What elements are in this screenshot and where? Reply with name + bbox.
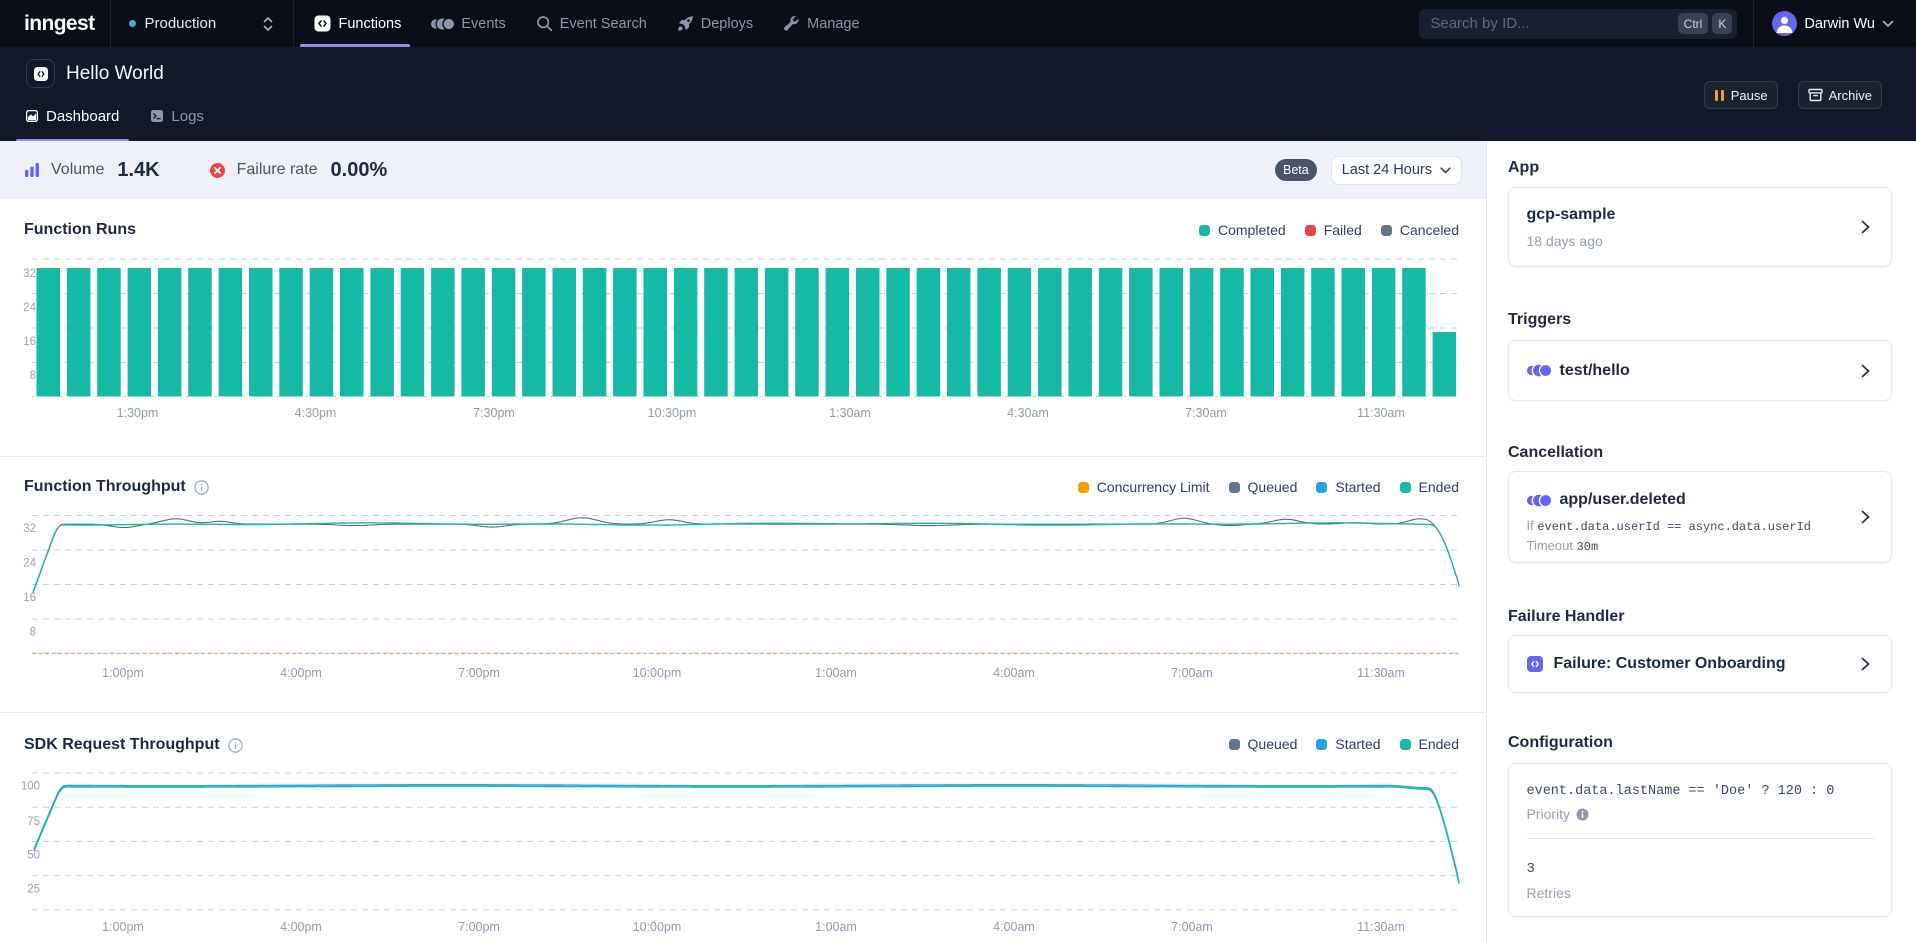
svg-text:4:00pm: 4:00pm xyxy=(280,666,322,680)
svg-text:4:00pm: 4:00pm xyxy=(280,920,322,934)
svg-text:7:00pm: 7:00pm xyxy=(458,666,500,680)
svg-text:4:00am: 4:00am xyxy=(993,666,1035,680)
svg-text:32: 32 xyxy=(23,268,36,280)
svg-text:7:30pm: 7:30pm xyxy=(473,406,515,420)
svg-text:10:00pm: 10:00pm xyxy=(633,666,682,680)
svg-text:11:30am: 11:30am xyxy=(1357,920,1405,934)
svg-text:7:00am: 7:00am xyxy=(1171,920,1213,934)
svg-text:4:30am: 4:30am xyxy=(1007,406,1049,420)
svg-text:50: 50 xyxy=(27,849,40,861)
svg-text:11:30am: 11:30am xyxy=(1357,406,1405,420)
svg-text:100: 100 xyxy=(21,781,40,793)
svg-text:11:30am: 11:30am xyxy=(1357,666,1405,680)
svg-text:75: 75 xyxy=(27,816,40,828)
svg-text:1:30am: 1:30am xyxy=(829,406,871,420)
svg-text:4:30pm: 4:30pm xyxy=(295,406,337,420)
svg-text:1:00am: 1:00am xyxy=(815,666,857,680)
svg-text:32: 32 xyxy=(23,523,36,535)
svg-text:16: 16 xyxy=(23,336,36,348)
svg-text:8: 8 xyxy=(30,370,36,382)
svg-text:10:00pm: 10:00pm xyxy=(633,920,682,934)
svg-text:25: 25 xyxy=(27,884,40,896)
svg-text:4:00am: 4:00am xyxy=(993,920,1035,934)
svg-text:1:30pm: 1:30pm xyxy=(117,406,159,420)
svg-text:7:30am: 7:30am xyxy=(1185,406,1227,420)
svg-text:10:30pm: 10:30pm xyxy=(648,406,697,420)
svg-text:1:00pm: 1:00pm xyxy=(102,666,144,680)
svg-text:24: 24 xyxy=(23,558,36,570)
svg-text:24: 24 xyxy=(23,302,36,314)
svg-text:7:00am: 7:00am xyxy=(1171,666,1213,680)
svg-text:16: 16 xyxy=(23,592,36,604)
svg-text:1:00pm: 1:00pm xyxy=(102,920,144,934)
svg-text:1:00am: 1:00am xyxy=(815,920,857,934)
svg-text:7:00pm: 7:00pm xyxy=(458,920,500,934)
svg-text:8: 8 xyxy=(30,627,36,639)
